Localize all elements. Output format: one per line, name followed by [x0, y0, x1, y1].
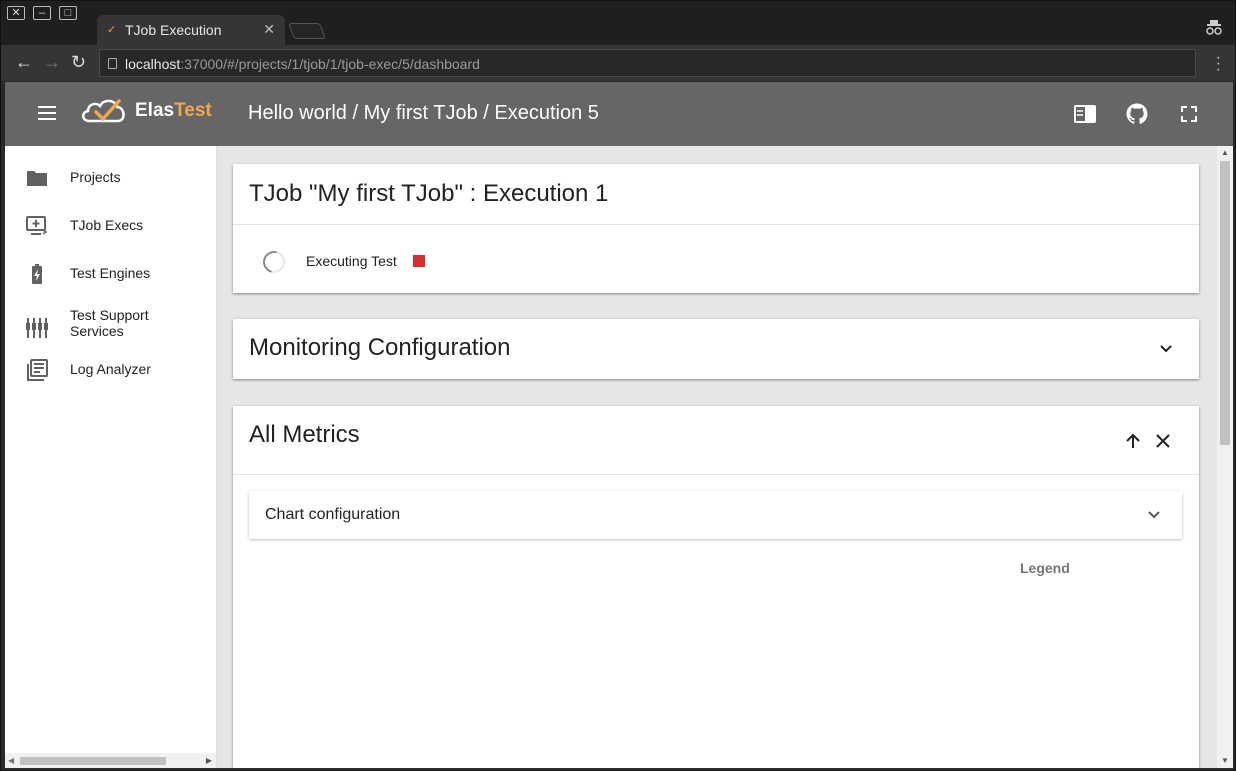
monitoring-configuration-title: Monitoring Configuration	[249, 334, 511, 361]
tab-title: TJob Execution	[125, 22, 222, 38]
forward-arrow-icon[interactable]: →	[43, 53, 61, 71]
library-books-icon	[27, 359, 48, 381]
folder-icon	[27, 171, 47, 186]
sidebar-item-label: Projects	[70, 169, 121, 185]
page-info-icon[interactable]	[108, 58, 117, 69]
browser-titlebar: ✕ – □ ✓ TJob Execution ✕	[1, 1, 1235, 45]
execution-card-title: TJob "My first TJob" : Execution 1	[249, 180, 609, 207]
elastest-favicon-icon: ✓	[107, 24, 117, 36]
stop-execution-button[interactable]	[413, 255, 425, 267]
all-metrics-title: All Metrics	[249, 421, 360, 448]
sidebar: Projects TJob Execs Test Engines Test Su…	[5, 146, 217, 768]
scroll-down-arrow-icon[interactable]: ▼	[1221, 756, 1229, 765]
book-open-icon[interactable]	[1073, 102, 1097, 126]
menu-icon[interactable]	[38, 106, 56, 120]
window-close-icon[interactable]: ✕	[7, 6, 25, 20]
sidebar-item-tjob-execs[interactable]: TJob Execs	[5, 204, 216, 248]
scroll-up-arrow-icon[interactable]: ▲	[1221, 148, 1229, 157]
browser-menu-icon[interactable]: · · ·	[1216, 50, 1221, 78]
execution-card: TJob "My first TJob" : Execution 1 Execu…	[233, 164, 1199, 293]
sidebar-horizontal-scrollbar[interactable]: ◀ ▶	[5, 753, 216, 768]
breadcrumb-title: Hello world / My first TJob / Execution …	[248, 102, 599, 124]
monitoring-configuration-panel[interactable]: Monitoring Configuration	[233, 319, 1199, 379]
address-bar[interactable]: localhost:37000/#/projects/1/tjob/1/tjob…	[99, 49, 1196, 77]
sidebar-item-test-engines[interactable]: Test Engines	[5, 252, 216, 296]
chart-configuration-panel[interactable]: Chart configuration	[249, 491, 1182, 539]
browser-window: ✕ – □ ✓ TJob Execution ✕ ← → ↻ localhost…	[0, 0, 1236, 771]
scrollbar-thumb[interactable]	[20, 757, 166, 765]
sidebar-item-label: Test Support Services	[70, 307, 149, 339]
chart-configuration-label: Chart configuration	[265, 506, 401, 523]
browser-tab[interactable]: ✓ TJob Execution ✕	[97, 15, 285, 45]
card-divider	[233, 474, 1199, 475]
all-metrics-card: All Metrics Chart configuration Legend	[233, 406, 1199, 768]
sidebar-item-projects[interactable]: Projects	[5, 156, 216, 200]
sidebar-item-label: TJob Execs	[70, 217, 144, 233]
github-icon[interactable]	[1125, 102, 1149, 126]
scrollbar-thumb[interactable]	[1220, 161, 1230, 445]
elastest-logo[interactable]: ElasTest	[79, 94, 219, 130]
sidebar-item-label: Log Analyzer	[70, 361, 151, 377]
arrow-up-icon[interactable]	[1124, 432, 1142, 450]
battery-charging-icon	[32, 264, 42, 284]
chevron-down-icon[interactable]	[1159, 342, 1173, 356]
incognito-icon	[1206, 20, 1222, 35]
browser-toolbar: ← → ↻ localhost:37000/#/projects/1/tjob/…	[1, 45, 1235, 81]
metrics-chart-area	[249, 586, 1182, 768]
add-to-queue-icon	[26, 216, 48, 235]
fullscreen-icon[interactable]	[1177, 102, 1201, 126]
new-tab-button[interactable]	[288, 23, 326, 39]
logo-text-test: Test	[174, 100, 212, 121]
settings-input-component-icon	[26, 318, 48, 338]
app-header: ElasTest Hello world / My first TJob / E…	[5, 82, 1233, 146]
scroll-right-arrow-icon[interactable]: ▶	[206, 756, 212, 765]
back-arrow-icon[interactable]: ←	[15, 53, 33, 71]
reload-icon[interactable]: ↻	[71, 53, 86, 71]
main-content: TJob "My first TJob" : Execution 1 Execu…	[217, 146, 1217, 768]
scroll-left-arrow-icon[interactable]: ◀	[8, 756, 14, 765]
cloud-check-icon	[82, 99, 125, 123]
execution-status-row: Executing Test	[233, 225, 1199, 293]
loading-spinner-icon	[258, 246, 290, 278]
main-vertical-scrollbar[interactable]: ▲ ▼	[1217, 146, 1233, 768]
url-text: localhost:37000/#/projects/1/tjob/1/tjob…	[125, 56, 480, 72]
execution-status-text: Executing Test	[306, 253, 397, 269]
chevron-down-icon[interactable]	[1147, 508, 1161, 522]
logo-text-elas: Elas	[135, 100, 175, 121]
sidebar-item-log-analyzer[interactable]: Log Analyzer	[5, 348, 216, 392]
window-minimize-icon[interactable]: –	[33, 6, 51, 20]
tab-close-icon[interactable]: ✕	[263, 21, 275, 38]
window-maximize-icon[interactable]: □	[59, 6, 77, 20]
chart-legend-label: Legend	[1020, 560, 1070, 576]
sidebar-item-label: Test Engines	[70, 265, 151, 281]
close-icon[interactable]	[1155, 433, 1171, 449]
